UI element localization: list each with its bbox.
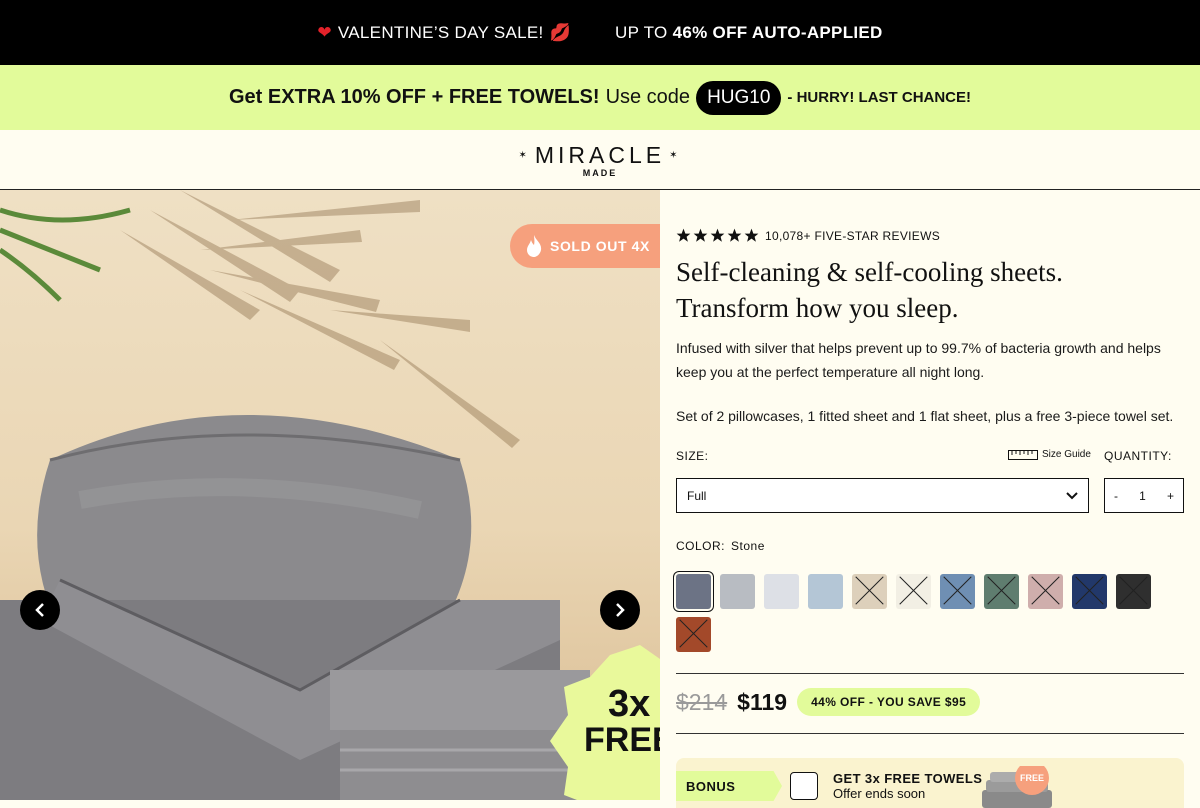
color-swatch[interactable] [676,574,711,609]
color-swatch[interactable] [984,574,1019,609]
quantity-decrease-button[interactable]: - [1114,489,1118,503]
promo-code-badge[interactable]: HUG10 [696,80,782,115]
chevron-left-icon [35,603,44,617]
reviews-summary[interactable]: 10,078+ FIVE-STAR REVIEWS [676,228,940,243]
logo[interactable]: ✶ MIRACLE ✶ MADE [518,142,681,178]
product-description: Infused with silver that helps prevent u… [676,340,1161,380]
color-swatch[interactable] [1072,574,1107,609]
discount-badge: 44% OFF - YOU SAVE $95 [797,688,981,716]
carousel-next-button[interactable] [600,590,640,630]
product-details: 10,078+ FIVE-STAR REVIEWS Self-cleaning … [660,190,1200,808]
color-selected-value: Stone [731,539,765,553]
free-label: FREE [1020,773,1045,783]
sold-out-badge: SOLD OUT 4X [510,224,660,268]
price-row: $214 $119 44% OFF - YOU SAVE $95 [676,688,981,716]
site-header: ✶ MIRACLE ✶ MADE [0,130,1200,190]
quantity-value[interactable]: 1 [1139,489,1146,503]
color-label: COLOR: Stone [676,539,765,553]
flame-icon [527,235,542,257]
promo-hurry-text: - HURRY! LAST CHANCE! [787,89,972,106]
announcement-bar: ❤ VALENTINE’S DAY SALE! 💋 UP TO 46% OFF AU… [0,0,1200,65]
carousel-prev-button[interactable] [20,590,60,630]
color-swatch[interactable] [808,574,843,609]
star-icon [744,228,759,242]
free-towels-badge: 3x FREE [550,645,660,800]
logo-star-icon: ✶ [518,149,531,161]
color-swatch[interactable] [676,617,711,652]
promo-headline: Get EXTRA 10% OFF + FREE TOWELS! [228,86,600,108]
chevron-right-icon [616,603,625,617]
color-swatch[interactable] [764,574,799,609]
lips-icon: 💋 [549,22,572,42]
heart-icon: ❤ [317,22,332,42]
size-guide-link[interactable]: Size Guide [1008,449,1091,460]
bonus-subtitle: Offer ends soon [833,786,926,801]
ruler-icon [1008,449,1038,460]
size-selected-value: Full [687,488,707,503]
star-icon [693,228,708,242]
towels-image: FREE [976,761,1056,808]
product-image-carousel: 3x FREE SOLD OUT 4X [0,190,660,800]
palm-leaf-image [0,207,131,302]
bonus-tag: BONUS [676,771,782,801]
star-icon [710,228,725,242]
color-swatch[interactable] [1028,574,1063,609]
promo-use-code: Use code [605,86,691,108]
size-label: SIZE: [676,449,709,463]
valentine-sale-text: ❤ VALENTINE’S DAY SALE! 💋 [317,22,572,42]
color-swatches [676,574,1156,652]
star-icon [676,228,691,242]
bonus-checkbox[interactable] [790,772,818,800]
color-swatch[interactable] [940,574,975,609]
discount-text: UP TO 46% OFF AUTO-APPLIED [615,22,883,42]
divider [676,673,1184,674]
color-swatch[interactable] [1116,574,1151,609]
quantity-label: QUANTITY: [1104,449,1172,463]
product-set-info: Set of 2 pillowcases, 1 fitted sheet and… [676,408,1174,424]
quantity-increase-button[interactable]: + [1167,489,1174,503]
quantity-stepper: - 1 + [1104,478,1184,513]
original-price: $214 [676,688,728,715]
color-swatch[interactable] [852,574,887,609]
logo-star-icon: ✶ [669,149,682,161]
color-swatch[interactable] [720,574,755,609]
size-select[interactable]: Full [676,478,1089,513]
reviews-count: 10,078+ FIVE-STAR REVIEWS [765,228,941,243]
promo-bar: Get EXTRA 10% OFF + FREE TOWELS! Use cod… [0,65,1200,130]
bonus-title: GET 3x FREE TOWELS [833,771,983,786]
divider [676,733,1184,734]
star-icon [727,228,742,242]
product-title: Self-cleaning & self-cooling sheets. Tra… [676,257,1063,323]
color-swatch[interactable] [896,574,931,609]
star-rating [676,228,759,243]
chevron-down-icon [1066,491,1078,499]
sale-price: $119 [737,688,788,715]
bonus-offer: BONUS GET 3x FREE TOWELS Offer ends soon… [676,758,1184,808]
